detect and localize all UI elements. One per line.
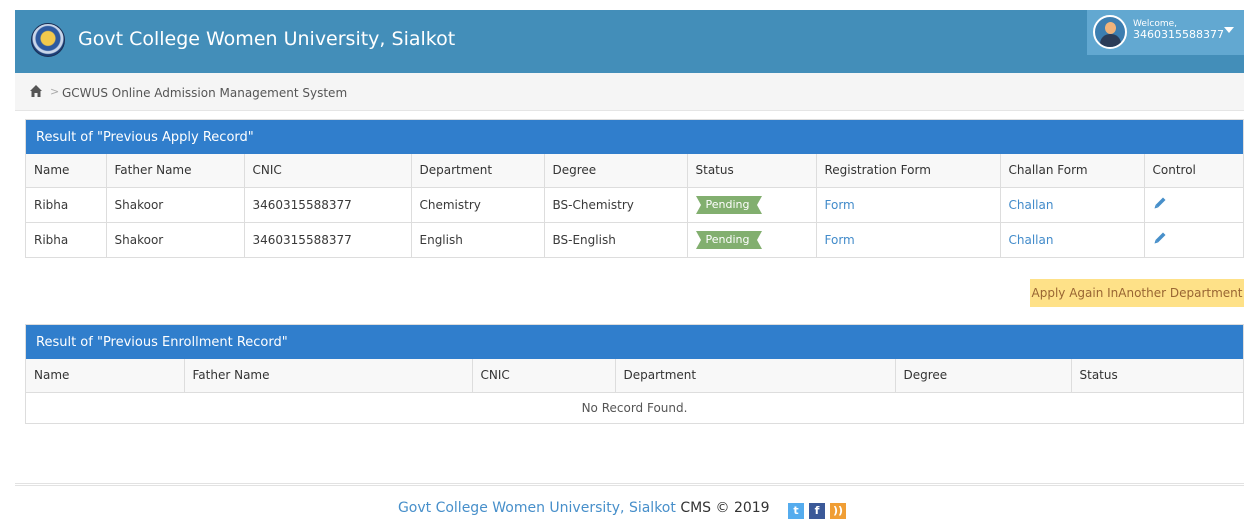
footer-brand[interactable]: Govt College Women University, Sialkot (398, 500, 676, 516)
breadcrumb: > GCWUS Online Admission Management Syst… (15, 73, 1244, 111)
registration-form-link[interactable]: Form (825, 233, 855, 247)
cell-status: Pending (687, 222, 817, 257)
user-avatar-icon[interactable] (1093, 15, 1127, 49)
cell-father: Shakoor (106, 222, 245, 257)
table-header-row: Name Father Name CNIC Department Degree … (26, 359, 1243, 393)
breadcrumb-separator-icon: > (50, 85, 60, 98)
home-icon[interactable] (29, 84, 43, 98)
table-header-row: Name Father Name CNIC Department Degree … (26, 154, 1243, 188)
no-record-message: No Record Found. (581, 400, 688, 415)
cell-cnic: 3460315588377 (244, 222, 412, 257)
col-name: Name (26, 359, 185, 393)
apply-panel-title: Result of "Previous Apply Record" (26, 120, 1243, 154)
cell-challan: Challan (1000, 222, 1145, 257)
pencil-icon[interactable] (1153, 231, 1167, 245)
cell-cnic: 3460315588377 (244, 187, 412, 223)
col-name: Name (26, 154, 107, 188)
table-row: Ribha Shakoor 3460315588377 English BS-E… (26, 222, 1243, 257)
table-row: No Record Found. (26, 392, 1243, 423)
enrollment-record-table: Name Father Name CNIC Department Degree … (26, 359, 1243, 423)
registration-form-link[interactable]: Form (825, 198, 855, 212)
twitter-icon[interactable]: t (788, 503, 805, 519)
challan-form-link[interactable]: Challan (1009, 198, 1054, 212)
col-control: Control (1144, 154, 1243, 188)
user-cnic: 3460315588377 (1133, 28, 1224, 41)
cell-control (1144, 187, 1243, 223)
col-cnic: CNIC (472, 359, 616, 393)
enroll-panel-title: Result of "Previous Enrollment Record" (26, 325, 1243, 359)
cell-department: Chemistry (411, 187, 545, 223)
footer-copyright: CMS © 2019 (680, 500, 770, 516)
apply-again-button[interactable]: Apply Again InAnother Department (1030, 279, 1244, 307)
col-status: Status (687, 154, 817, 188)
col-degree: Degree (544, 154, 688, 188)
cell-form: Form (816, 222, 1001, 257)
status-badge: Pending (695, 195, 763, 214)
col-father-name: Father Name (184, 359, 473, 393)
col-status: Status (1071, 359, 1243, 393)
col-department: Department (615, 359, 896, 393)
enrollment-record-panel: Result of "Previous Enrollment Record" N… (25, 324, 1244, 424)
status-badge: Pending (695, 230, 763, 249)
col-challan-form: Challan Form (1000, 154, 1145, 188)
university-logo-icon[interactable] (31, 23, 65, 57)
navbar: Govt College Women University, Sialkot W… (15, 10, 1244, 73)
cell-department: English (411, 222, 545, 257)
footer-divider (15, 483, 1244, 486)
cell-name: Ribha (26, 222, 107, 257)
chevron-down-icon[interactable] (1224, 27, 1234, 33)
apply-record-panel: Result of "Previous Apply Record" Name F… (25, 119, 1244, 258)
breadcrumb-current: GCWUS Online Admission Management System (62, 86, 348, 100)
col-registration-form: Registration Form (816, 154, 1001, 188)
facebook-icon[interactable]: f (809, 503, 826, 519)
cell-form: Form (816, 187, 1001, 223)
col-degree: Degree (895, 359, 1072, 393)
rss-icon[interactable]: )) (830, 503, 847, 519)
cell-status: Pending (687, 187, 817, 223)
cell-name: Ribha (26, 187, 107, 223)
col-department: Department (411, 154, 545, 188)
challan-form-link[interactable]: Challan (1009, 233, 1054, 247)
user-menu[interactable]: Welcome, 3460315588377 (1087, 10, 1244, 55)
cell-degree: BS-Chemistry (544, 187, 688, 223)
pencil-icon[interactable] (1153, 196, 1167, 210)
footer: Govt College Women University, Sialkot C… (0, 500, 1244, 519)
cell-challan: Challan (1000, 187, 1145, 223)
cell-control (1144, 222, 1243, 257)
col-cnic: CNIC (244, 154, 412, 188)
col-father-name: Father Name (106, 154, 245, 188)
apply-record-table: Name Father Name CNIC Department Degree … (26, 154, 1243, 257)
cell-father: Shakoor (106, 187, 245, 223)
cell-degree: BS-English (544, 222, 688, 257)
table-row: Ribha Shakoor 3460315588377 Chemistry BS… (26, 187, 1243, 223)
navbar-brand[interactable]: Govt College Women University, Sialkot (78, 28, 455, 50)
